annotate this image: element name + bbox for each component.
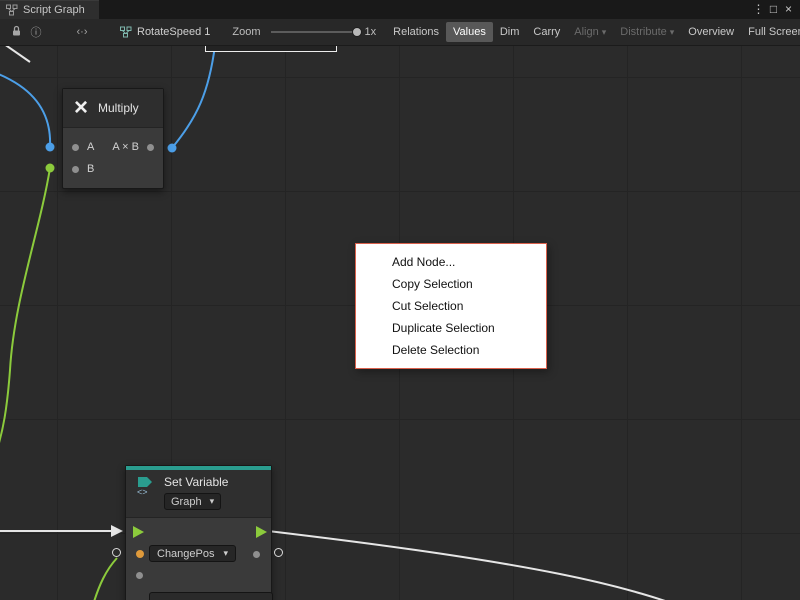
- partial-value-field[interactable]: [149, 592, 273, 600]
- chevron-down-icon: ▾: [602, 27, 607, 37]
- menu-item-duplicate-selection[interactable]: Duplicate Selection: [356, 317, 546, 339]
- port-row-a: A A × B: [63, 136, 163, 158]
- edge-endpoint-blue: [46, 143, 55, 152]
- flow-input-port[interactable]: [133, 526, 144, 538]
- port-label: A: [87, 141, 94, 153]
- window-controls: ⋮ □ ×: [751, 0, 800, 19]
- zoom-label: Zoom: [232, 26, 260, 38]
- window-menu-button[interactable]: ⋮: [751, 0, 766, 19]
- title-bar: Script Graph ⋮ □ ×: [0, 0, 800, 19]
- graph-canvas[interactable]: × Multiply A A × B B <> S: [0, 45, 800, 600]
- zoom-slider-knob[interactable]: [352, 27, 362, 37]
- unconnected-port-ring[interactable]: [112, 548, 121, 557]
- edge-blue-output: [172, 45, 216, 148]
- node-multiply[interactable]: × Multiply A A × B B: [62, 88, 164, 189]
- align-button[interactable]: Align▾: [567, 22, 613, 42]
- distribute-button[interactable]: Distribute▾: [613, 22, 681, 42]
- node-title: Set Variable: [164, 475, 228, 489]
- multiply-icon: ×: [71, 93, 91, 123]
- graph-name: RotateSpeed 1: [137, 26, 210, 38]
- flow-output-port[interactable]: [256, 526, 267, 538]
- carry-button[interactable]: Carry: [526, 22, 567, 42]
- set-variable-icon: <>: [134, 475, 156, 497]
- menu-item-cut-selection[interactable]: Cut Selection: [356, 295, 546, 317]
- overview-button[interactable]: Overview: [681, 22, 741, 42]
- input-port-a[interactable]: [72, 144, 79, 151]
- edge-white-topleft: [0, 45, 30, 62]
- relations-button[interactable]: Relations: [386, 22, 446, 42]
- port-label: B: [87, 163, 94, 175]
- variable-name-dropdown[interactable]: ChangePos▾: [149, 545, 236, 562]
- port-label: A × B: [112, 141, 139, 153]
- tab-script-graph[interactable]: Script Graph: [0, 0, 99, 19]
- code-icon[interactable]: ‹·›: [72, 26, 92, 38]
- partial-selected-node[interactable]: [205, 45, 337, 52]
- node-title: Multiply: [98, 101, 139, 115]
- context-menu: Add Node... Copy Selection Cut Selection…: [355, 243, 547, 369]
- edge-white-flow-out: [268, 531, 705, 600]
- value-output-port[interactable]: [253, 551, 260, 558]
- values-button[interactable]: Values: [446, 22, 493, 42]
- info-icon[interactable]: ⓘ: [26, 24, 46, 40]
- chevron-down-icon: ▾: [224, 548, 229, 559]
- output-port-axb[interactable]: [147, 144, 154, 151]
- lock-icon[interactable]: [6, 25, 26, 40]
- edge-endpoint-green: [46, 164, 55, 173]
- flow-arrowhead-icon: [111, 525, 123, 537]
- chevron-down-icon: ▾: [670, 27, 675, 37]
- multiply-node-header[interactable]: × Multiply: [63, 89, 163, 128]
- zoom-slider[interactable]: [271, 31, 359, 33]
- set-variable-node-body: ChangePos▾: [126, 518, 271, 600]
- extra-input-port[interactable]: [136, 572, 143, 579]
- edge-endpoint-blue: [168, 144, 177, 153]
- dim-button[interactable]: Dim: [493, 22, 527, 42]
- value-input-port[interactable]: [136, 550, 144, 558]
- zoom-value: 1x: [365, 26, 377, 38]
- menu-item-add-node[interactable]: Add Node...: [356, 251, 546, 273]
- edge-green-into-b: [0, 168, 50, 450]
- port-row-b: B: [63, 158, 163, 180]
- maximize-button[interactable]: □: [766, 0, 781, 19]
- menu-item-delete-selection[interactable]: Delete Selection: [356, 339, 546, 361]
- edge-green-bottom: [93, 558, 117, 600]
- input-port-b[interactable]: [72, 166, 79, 173]
- chevron-down-icon: ▾: [210, 496, 215, 507]
- fullscreen-button[interactable]: Full Screen: [741, 22, 800, 42]
- graph-toolbar: ⓘ ‹·› RotateSpeed 1 Zoom 1x Relations Va…: [0, 19, 800, 46]
- variable-scope-dropdown[interactable]: Graph▾: [164, 493, 221, 510]
- unconnected-port-ring[interactable]: [274, 548, 283, 557]
- node-set-variable[interactable]: <> Set Variable Graph▾ ChangePos▾: [125, 465, 272, 600]
- graph-asset-icon: [120, 26, 132, 38]
- menu-item-copy-selection[interactable]: Copy Selection: [356, 273, 546, 295]
- svg-text:<>: <>: [137, 487, 148, 497]
- edge-blue-into-a: [0, 70, 50, 147]
- graph-breadcrumb[interactable]: RotateSpeed 1: [120, 26, 210, 38]
- close-button[interactable]: ×: [781, 0, 796, 19]
- multiply-node-body: A A × B B: [63, 128, 163, 188]
- set-variable-node-header[interactable]: <> Set Variable Graph▾: [126, 470, 271, 518]
- tab-title: Script Graph: [23, 4, 85, 16]
- script-graph-icon: [6, 4, 18, 16]
